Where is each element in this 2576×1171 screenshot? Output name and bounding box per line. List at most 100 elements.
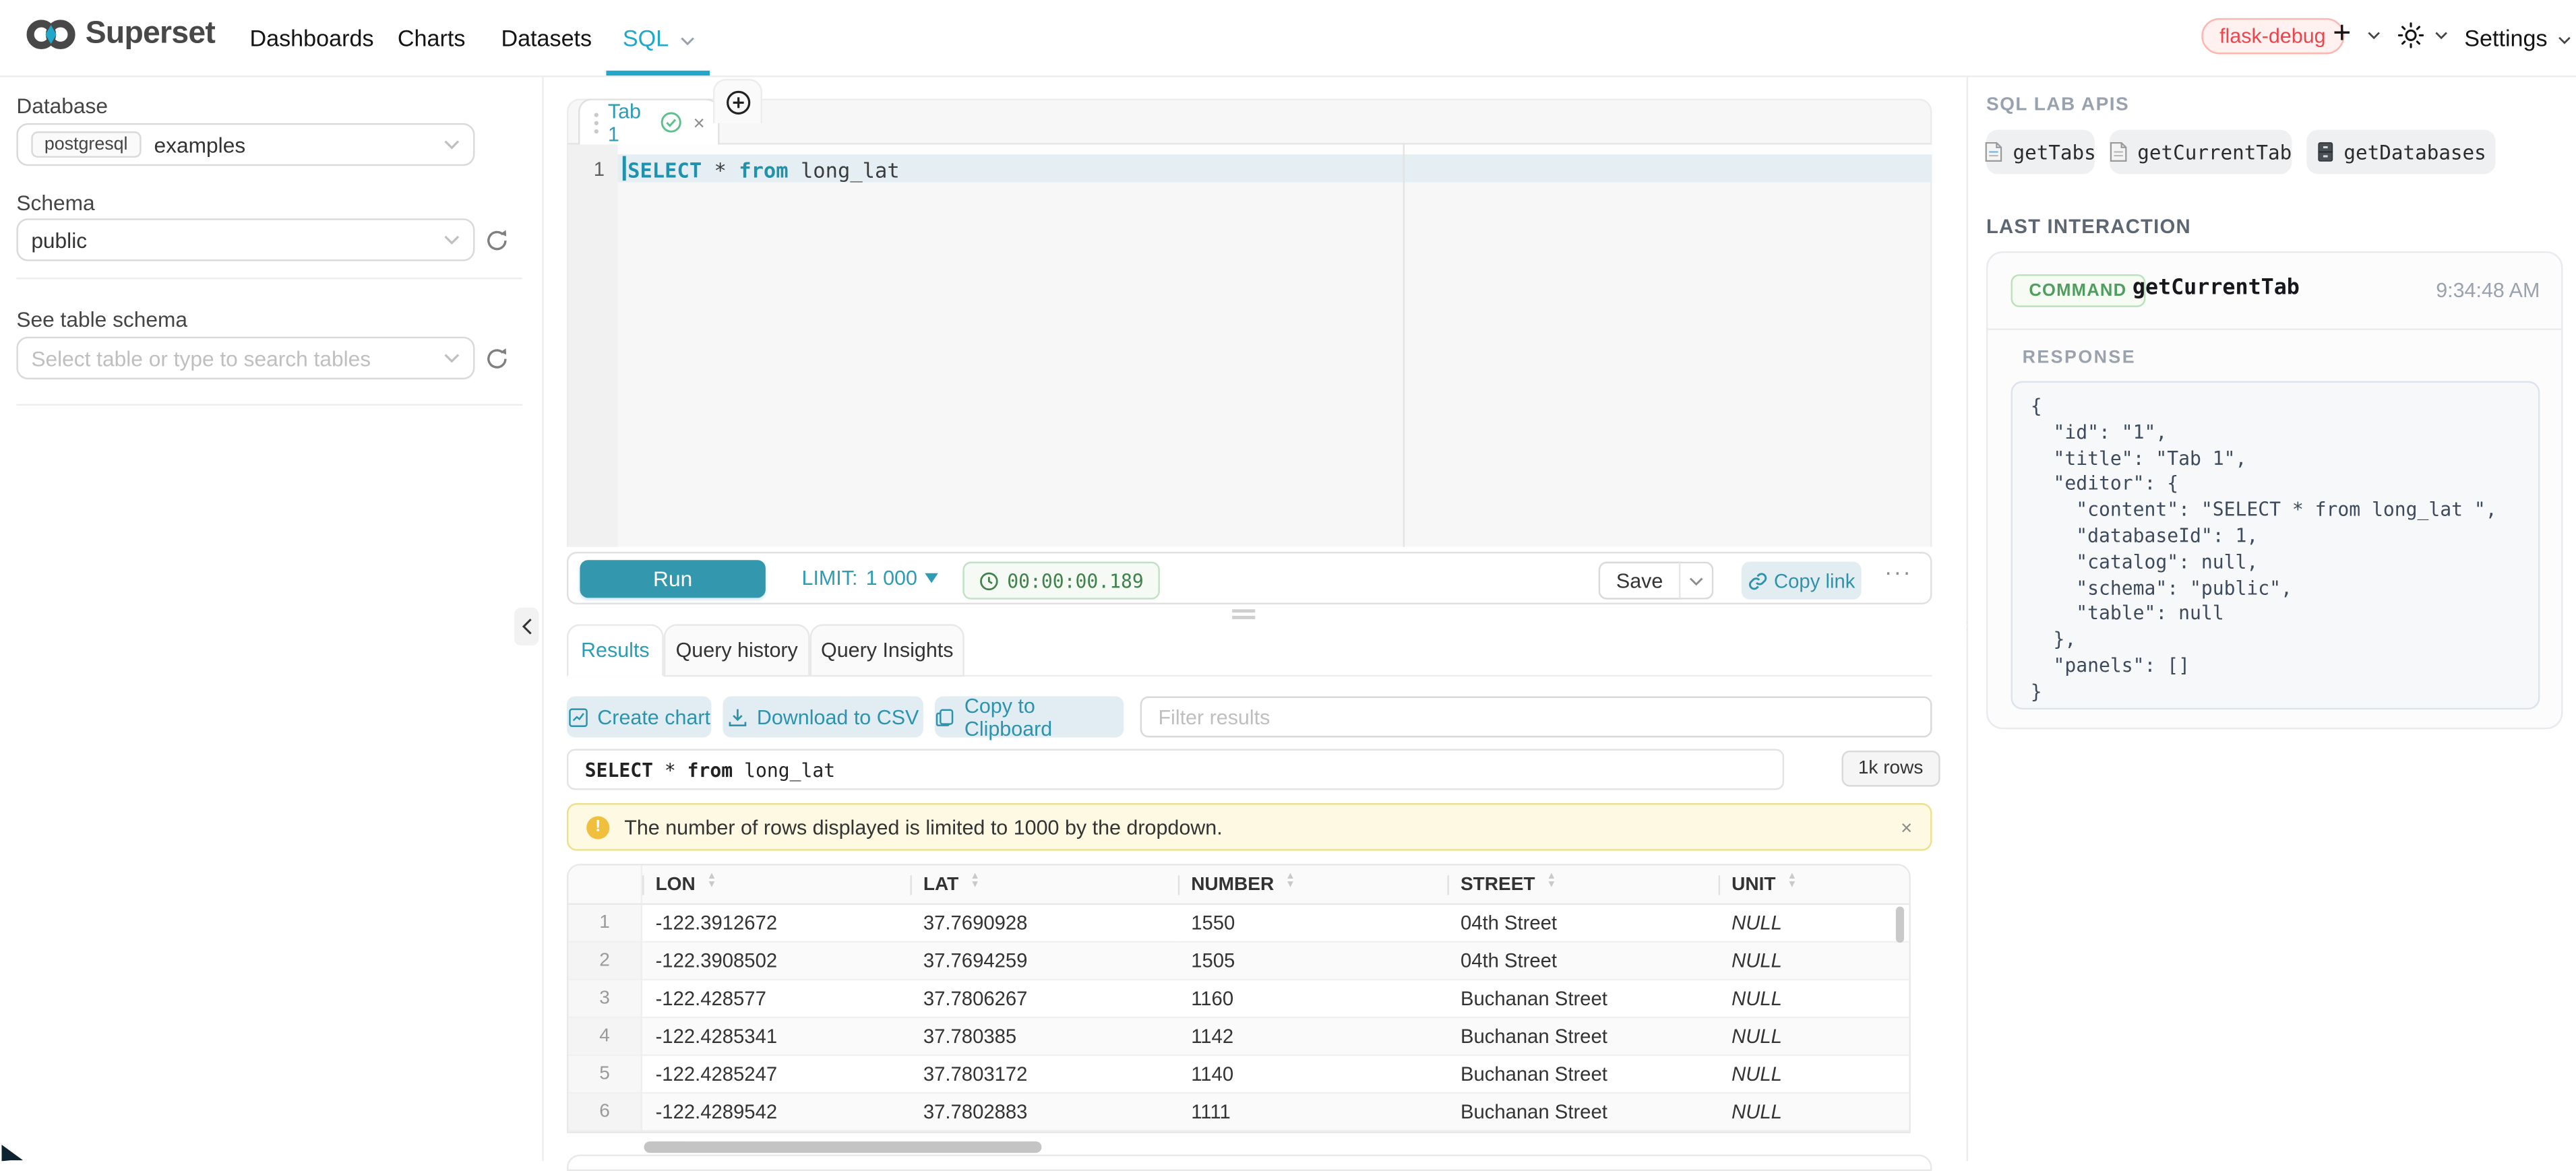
refresh-schema-icon[interactable] xyxy=(485,228,510,253)
get-databases-button[interactable]: getDatabases xyxy=(2306,130,2495,175)
database-select[interactable]: postgresql examples xyxy=(16,123,474,166)
column-divider xyxy=(1447,875,1448,895)
table-cell: -122.4285341 xyxy=(642,1018,910,1056)
filter-results-input[interactable] xyxy=(1140,697,1932,738)
collapse-sidebar-button[interactable] xyxy=(514,608,539,645)
table-row[interactable]: 5-122.428524737.78031721140Buchanan Stre… xyxy=(568,1056,1909,1094)
text-caret xyxy=(623,156,626,181)
horizontal-scrollbar-thumb[interactable] xyxy=(644,1141,1042,1153)
response-label: RESPONSE xyxy=(2023,348,2137,368)
schema-label: Schema xyxy=(16,191,94,216)
table-cell: Buchanan Street xyxy=(1447,1094,1718,1131)
editor-gutter: 1 xyxy=(568,145,617,547)
brand-name: Superset xyxy=(86,16,215,53)
get-current-tab-button[interactable]: getCurrentTab xyxy=(2110,130,2292,175)
editor-top-padding xyxy=(568,145,1934,155)
column-header[interactable]: UNIT▲▼ xyxy=(1719,866,1911,906)
nav-datasets[interactable]: Datasets xyxy=(501,25,592,51)
create-chart-button[interactable]: Create chart xyxy=(567,697,712,738)
settings-menu[interactable]: Settings xyxy=(2464,25,2573,51)
warning-icon: ! xyxy=(586,815,609,838)
query-success-icon xyxy=(661,112,682,133)
chevron-down-icon xyxy=(443,139,460,150)
environment-badge: flask-debug xyxy=(2201,18,2343,55)
save-query-button[interactable]: Save xyxy=(1599,562,1681,600)
run-query-button[interactable]: Run xyxy=(580,560,765,598)
card-divider xyxy=(1988,329,2561,330)
results-table: LON▲▼LAT▲▼NUMBER▲▼STREET▲▼UNIT▲▼ 1-122.3… xyxy=(567,864,1911,1133)
line-number: 1 xyxy=(594,158,605,181)
column-header[interactable]: LAT▲▼ xyxy=(910,866,1177,906)
table-cell: 04th Street xyxy=(1447,943,1718,980)
copy-clipboard-button[interactable]: Copy to Clipboard xyxy=(935,697,1124,738)
sort-icon[interactable]: ▲▼ xyxy=(707,876,717,892)
more-actions-button[interactable]: ··· xyxy=(1884,559,1912,585)
chart-icon xyxy=(568,707,587,726)
limit-dropdown[interactable]: LIMIT:1 000 xyxy=(802,567,939,590)
sort-icon[interactable]: ▲▼ xyxy=(970,876,980,892)
table-cell: 1160 xyxy=(1178,980,1448,1018)
tab-results[interactable]: Results xyxy=(567,624,664,676)
command-badge: COMMAND xyxy=(2011,274,2145,307)
chevron-down-icon[interactable] xyxy=(2367,31,2381,39)
table-row[interactable]: 4-122.428534137.7803851142Buchanan Stree… xyxy=(568,1018,1909,1056)
resize-drag-handle[interactable] xyxy=(1232,609,1255,619)
table-cell: 1505 xyxy=(1178,943,1448,980)
table-cell: Buchanan Street xyxy=(1447,1018,1718,1056)
save-options-button[interactable] xyxy=(1679,562,1713,600)
response-code-block: { "id": "1", "title": "Tab 1", "editor":… xyxy=(2011,381,2540,710)
table-cell: -122.4289542 xyxy=(642,1094,910,1131)
sidebar-divider xyxy=(16,404,522,406)
sql-statement: SELECT * from long_lat xyxy=(627,158,900,183)
table-cell: Buchanan Street xyxy=(1447,1056,1718,1094)
table-row[interactable]: 1-122.391267237.7690928155004th StreetNU… xyxy=(568,905,1909,943)
table-cell: -122.428577 xyxy=(642,980,910,1018)
table-header-row: LON▲▼LAT▲▼NUMBER▲▼STREET▲▼UNIT▲▼ xyxy=(568,866,1909,906)
nav-charts[interactable]: Charts xyxy=(398,25,466,51)
query-timer: 00:00:00.189 xyxy=(962,562,1160,600)
new-item-button[interactable]: + xyxy=(2333,16,2351,53)
column-header[interactable]: LON▲▼ xyxy=(642,866,910,906)
sidebar-divider xyxy=(16,278,522,279)
nav-dashboards[interactable]: Dashboards xyxy=(250,25,374,51)
document-icon xyxy=(1985,141,2003,163)
table-cell: 1140 xyxy=(1178,1056,1448,1094)
column-header[interactable]: STREET▲▼ xyxy=(1447,866,1718,906)
close-tab-icon[interactable]: × xyxy=(694,111,705,134)
theme-sun-icon[interactable] xyxy=(2397,22,2424,49)
row-number-header xyxy=(568,866,642,906)
sql-code-editor[interactable]: 1 SELECT * from long_lat xyxy=(567,145,1932,547)
query-tab-1[interactable]: Tab 1 × xyxy=(578,98,720,144)
sort-icon[interactable]: ▲▼ xyxy=(1787,876,1798,892)
interaction-card: COMMAND getCurrentTab 9:34:48 AM RESPONS… xyxy=(1986,251,2563,729)
tab-query-insights[interactable]: Query Insights xyxy=(810,624,964,676)
nav-sql[interactable]: SQL xyxy=(623,25,696,51)
sort-icon[interactable]: ▲▼ xyxy=(1547,876,1557,892)
table-select[interactable]: Select table or type to search tables xyxy=(16,337,474,379)
add-tab-button[interactable] xyxy=(713,79,762,123)
table-row[interactable]: 3-122.42857737.78062671160Buchanan Stree… xyxy=(568,980,1909,1018)
caret-down-icon xyxy=(925,573,939,583)
download-csv-button[interactable]: Download to CSV xyxy=(723,697,923,738)
table-cell: 37.780385 xyxy=(910,1018,1177,1056)
table-row[interactable]: 2-122.390850237.7694259150504th StreetNU… xyxy=(568,943,1909,980)
copy-link-button[interactable]: Copy link xyxy=(1742,562,1862,600)
table-row[interactable]: 6-122.428954237.78028831111Buchanan Stre… xyxy=(568,1094,1909,1131)
table-select-placeholder: Select table or type to search tables xyxy=(31,346,371,371)
sort-icon[interactable]: ▲▼ xyxy=(1285,876,1295,892)
table-cell: Buchanan Street xyxy=(1447,980,1718,1018)
drag-handle-icon[interactable] xyxy=(593,111,600,134)
chevron-down-icon[interactable] xyxy=(2434,31,2448,39)
vertical-scrollbar-thumb[interactable] xyxy=(1896,907,1904,943)
schema-select[interactable]: public xyxy=(16,218,474,261)
superset-logo[interactable]: Superset xyxy=(26,13,215,56)
get-tabs-button[interactable]: getTabs xyxy=(1986,130,2095,175)
api-panel-title: SQL LAB APIS xyxy=(1986,95,2129,115)
run-toolbar: Run LIMIT:1 000 00:00:00.189 Save Copy l… xyxy=(567,552,1932,604)
column-header[interactable]: NUMBER▲▼ xyxy=(1178,866,1448,906)
database-type-tag: postgresql xyxy=(31,131,141,158)
row-number-cell: 4 xyxy=(568,1018,642,1056)
close-warning-icon[interactable]: × xyxy=(1901,815,1912,838)
tab-query-history[interactable]: Query history xyxy=(664,624,810,676)
refresh-tables-icon[interactable] xyxy=(485,346,510,371)
